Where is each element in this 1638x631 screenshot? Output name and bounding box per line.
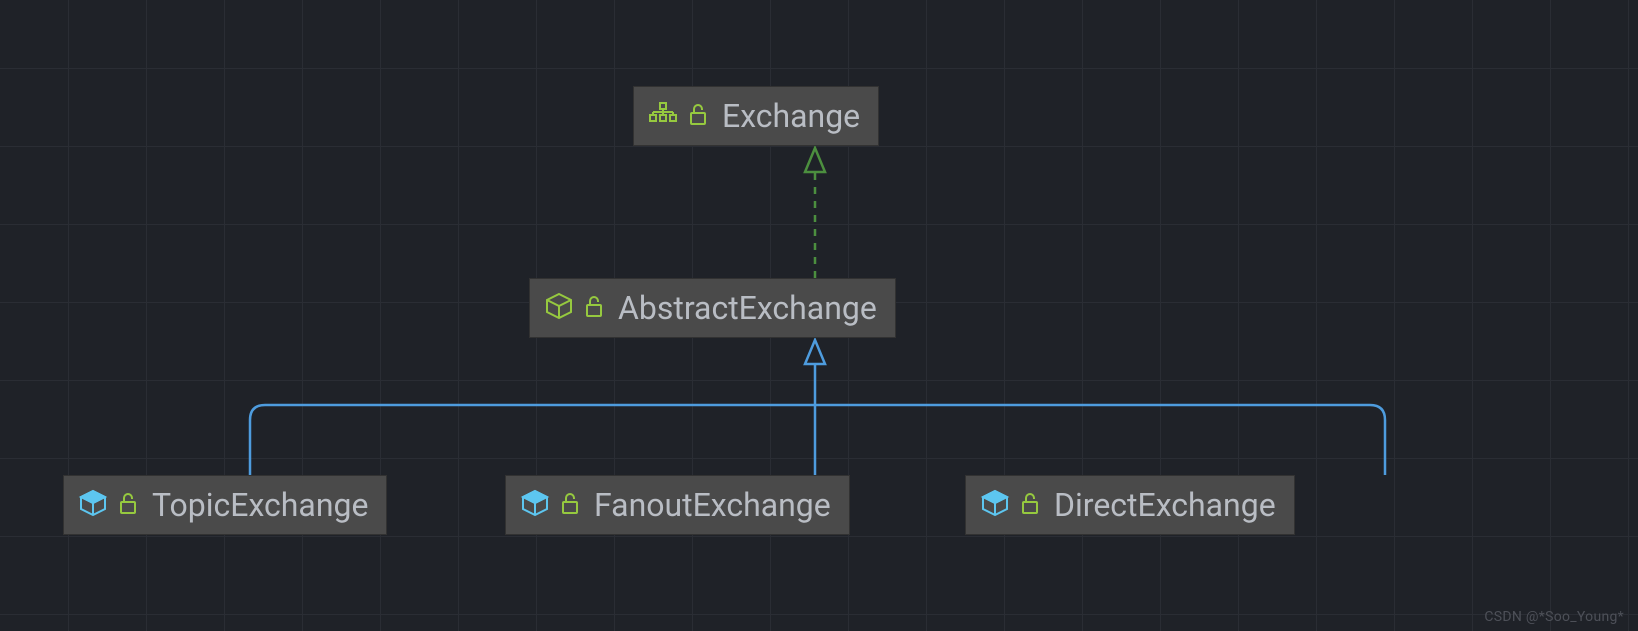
icon-group (648, 101, 708, 131)
node-exchange[interactable]: Exchange (633, 86, 879, 146)
class-icon (980, 488, 1010, 522)
node-label: AbstractExchange (618, 289, 877, 327)
node-fanout-exchange[interactable]: FanoutExchange (505, 475, 850, 535)
icon-group (980, 488, 1040, 522)
node-label: FanoutExchange (594, 486, 831, 524)
node-label: DirectExchange (1054, 486, 1276, 524)
icon-group (520, 488, 580, 522)
node-abstract-exchange[interactable]: AbstractExchange (529, 278, 896, 338)
unlock-icon (1020, 491, 1040, 519)
unlock-icon (584, 294, 604, 322)
node-direct-exchange[interactable]: DirectExchange (965, 475, 1295, 535)
node-topic-exchange[interactable]: TopicExchange (63, 475, 387, 535)
unlock-icon (688, 102, 708, 130)
interface-icon (648, 101, 678, 131)
icon-group (78, 488, 138, 522)
node-label: TopicExchange (152, 486, 368, 524)
watermark: CSDN @*Soo_Young* (1484, 609, 1624, 625)
class-icon (78, 488, 108, 522)
unlock-icon (118, 491, 138, 519)
icon-group (544, 291, 604, 325)
abstract-class-icon (544, 291, 574, 325)
unlock-icon (560, 491, 580, 519)
class-icon (520, 488, 550, 522)
node-label: Exchange (722, 97, 860, 135)
